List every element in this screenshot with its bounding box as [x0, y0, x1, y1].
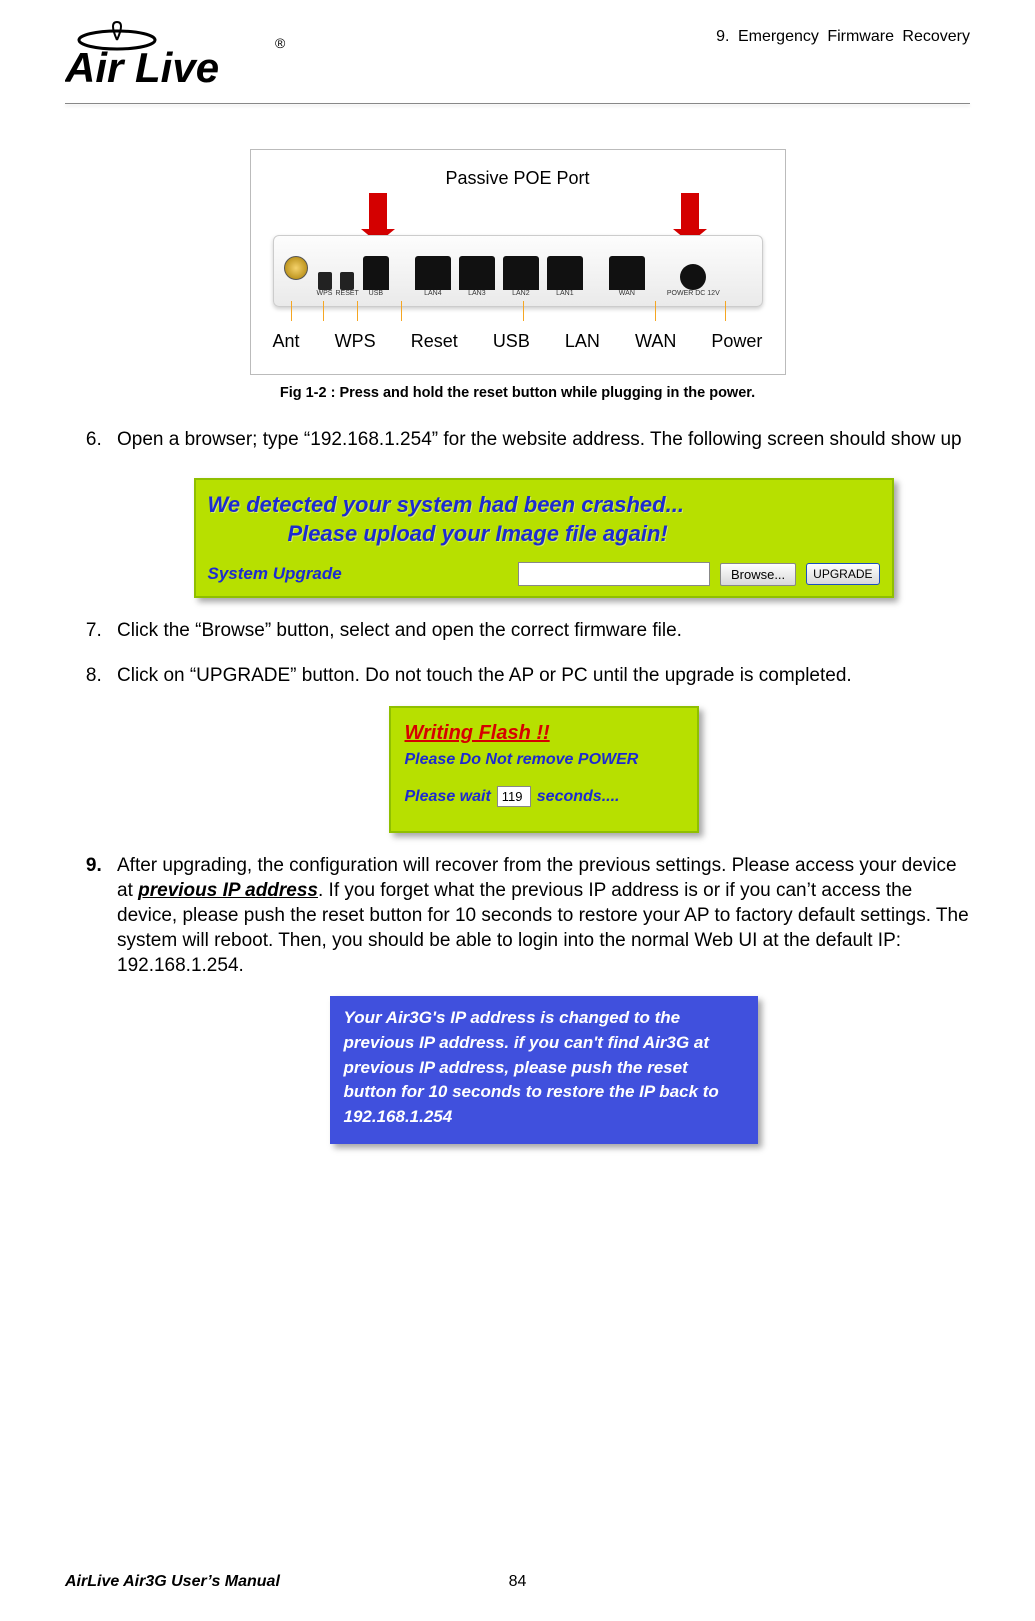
router-body: WPS RESET USB LAN4 LAN3 LAN2 LAN1 WAN PO… — [273, 235, 763, 307]
leader-line-icon — [655, 301, 656, 321]
tiny-label: LAN2 — [512, 290, 530, 300]
router-figure: Passive POE Port WPS RESET USB LAN4 LAN3… — [250, 149, 786, 375]
firmware-file-input[interactable] — [518, 562, 710, 586]
ip-change-screenshot: Your Air3G's IP address is changed to th… — [330, 996, 758, 1143]
label-power: Power — [711, 331, 762, 352]
browse-button[interactable]: Browse... — [720, 563, 796, 586]
leader-line-icon — [291, 301, 292, 321]
tiny-label: LAN1 — [556, 290, 574, 300]
flash-wait-line: Please wait 119 seconds.... — [405, 786, 683, 807]
tiny-label: WAN — [619, 290, 635, 300]
step-text: Open a browser; type “192.168.1.254” for… — [117, 429, 962, 450]
step-9: After upgrading, the configuration will … — [107, 853, 970, 1144]
chapter-title: 9. Emergency Firmware Recovery — [716, 20, 970, 46]
page-number: 84 — [509, 1573, 527, 1591]
wait-suffix: seconds.... — [537, 786, 620, 807]
router-bottom-labels: Ant WPS Reset USB LAN WAN Power — [273, 331, 763, 352]
step-6: Open a browser; type “192.168.1.254” for… — [107, 427, 970, 598]
label-ant: Ant — [273, 331, 300, 352]
brand-logo: Air Live ® — [65, 20, 295, 95]
lan-port-icon — [459, 256, 495, 290]
flash-title: Writing Flash !! — [405, 720, 683, 746]
lan-port-icon — [503, 256, 539, 290]
crash-line1: We detected your system had been crashed… — [208, 490, 880, 519]
arrow-icon — [369, 193, 387, 229]
label-usb: USB — [493, 331, 530, 352]
svg-text:®: ® — [275, 35, 286, 51]
writing-flash-screenshot: Writing Flash !! Please Do Not remove PO… — [389, 706, 699, 833]
usb-port-icon — [363, 256, 389, 290]
wait-prefix: Please wait — [405, 786, 491, 807]
tiny-label: POWER DC 12V — [667, 290, 720, 300]
label-wan: WAN — [635, 331, 676, 352]
figure-caption: Fig 1-2 : Press and hold the reset butto… — [65, 385, 970, 401]
system-upgrade-screenshot: We detected your system had been crashed… — [194, 478, 894, 598]
step-7: Click the “Browse” button, select and op… — [107, 618, 970, 643]
tiny-label: WPS — [317, 290, 333, 300]
wan-port-icon — [609, 256, 645, 290]
flash-warning: Please Do Not remove POWER — [405, 749, 683, 770]
ip-change-text: Your Air3G's IP address is changed to th… — [344, 1008, 719, 1126]
reset-button-icon — [340, 272, 354, 290]
leader-line-icon — [357, 301, 358, 321]
step-text: Click the “Browse” button, select and op… — [117, 620, 682, 641]
label-reset: Reset — [411, 331, 458, 352]
power-port-icon — [680, 264, 706, 290]
system-upgrade-label: System Upgrade — [208, 563, 342, 585]
wps-button-icon — [318, 272, 332, 290]
upgrade-button[interactable]: UPGRADE — [806, 563, 879, 585]
previous-ip-emphasis: previous IP address — [138, 880, 318, 901]
svg-text:Air Live: Air Live — [65, 44, 219, 91]
seconds-value: 119 — [497, 786, 531, 807]
tiny-label: RESET — [336, 290, 359, 300]
tiny-label: USB — [369, 290, 383, 300]
leader-line-icon — [323, 301, 324, 321]
lan-port-icon — [415, 256, 451, 290]
tiny-label: LAN3 — [468, 290, 486, 300]
step-list: Open a browser; type “192.168.1.254” for… — [65, 427, 970, 1144]
lan-port-icon — [547, 256, 583, 290]
crash-line2: Please upload your Image file again! — [208, 519, 880, 548]
tiny-label: LAN4 — [424, 290, 442, 300]
leader-line-icon — [725, 301, 726, 321]
label-lan: LAN — [565, 331, 600, 352]
leader-line-icon — [523, 301, 524, 321]
leader-line-icon — [401, 301, 402, 321]
poe-port-label: Passive POE Port — [273, 168, 763, 189]
step-text: Click on “UPGRADE” button. Do not touch … — [117, 665, 852, 686]
footer-manual-title: AirLive Air3G User’s Manual — [65, 1573, 280, 1591]
label-wps: WPS — [335, 331, 376, 352]
arrow-icon — [681, 193, 699, 229]
step-8: Click on “UPGRADE” button. Do not touch … — [107, 663, 970, 833]
header-divider — [65, 103, 970, 104]
antenna-connector-icon — [284, 256, 308, 280]
